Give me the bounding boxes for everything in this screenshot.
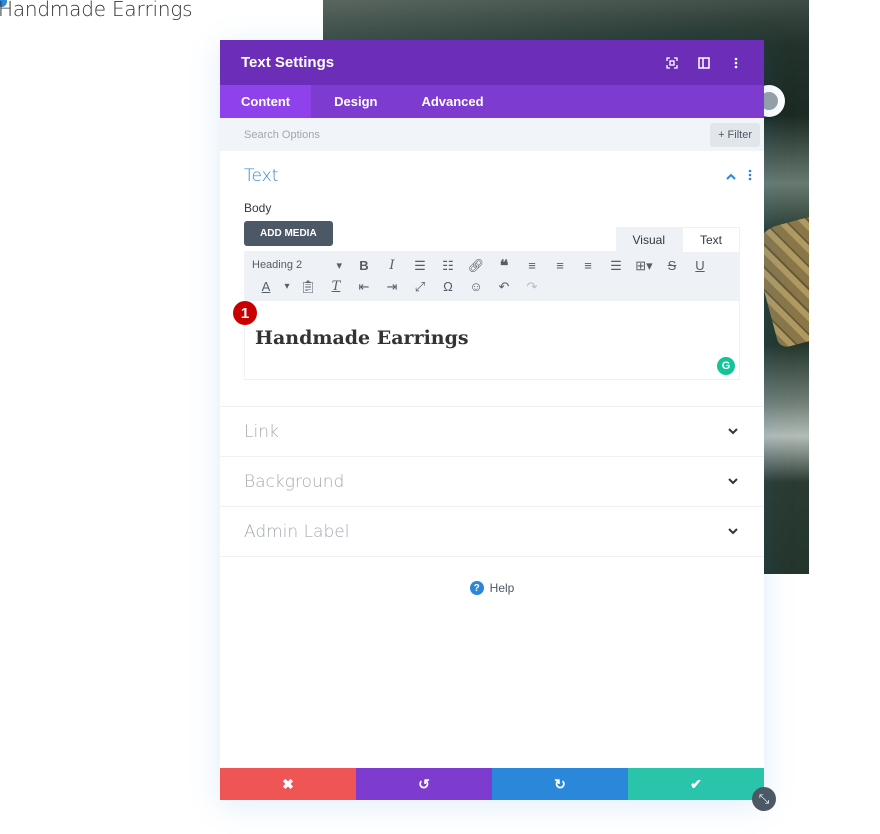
table-icon[interactable]: ⊞▾ bbox=[630, 258, 658, 274]
background-section[interactable]: Background bbox=[220, 457, 764, 507]
strikethrough-icon[interactable]: S bbox=[658, 258, 686, 273]
section-more-icon[interactable] bbox=[748, 169, 752, 184]
paste-text-icon[interactable]: 📋︎ bbox=[294, 279, 322, 295]
page: Handmade Earrings Text Settings Content … bbox=[0, 0, 880, 834]
numbered-list-icon[interactable]: ☷ bbox=[434, 258, 462, 274]
resize-icon: ⤡ bbox=[758, 791, 770, 806]
text-section-header[interactable]: Text bbox=[244, 165, 752, 187]
link-section-title: Link bbox=[244, 421, 279, 442]
tab-design[interactable]: Design bbox=[313, 85, 398, 118]
outdent-icon[interactable]: ⇤ bbox=[350, 279, 378, 295]
redo-icon: ↻ bbox=[554, 775, 566, 792]
editor-toolbar: Heading 2 ▾ B I ☰ ☷ 🔗︎ ❝ ≡ ≡ ≡ ☰ ⊞▾ S U A bbox=[244, 251, 740, 301]
text-color-icon[interactable]: A bbox=[252, 279, 280, 294]
bold-icon[interactable]: B bbox=[350, 258, 378, 273]
tab-advanced[interactable]: Advanced bbox=[400, 85, 504, 118]
cancel-button[interactable]: ✖ bbox=[220, 768, 356, 800]
modal-header: Text Settings bbox=[220, 40, 764, 85]
checkmark-icon: ✔ bbox=[690, 775, 702, 792]
redo-icon[interactable]: ↷ bbox=[518, 279, 546, 295]
undo-button[interactable]: ↺ bbox=[356, 768, 492, 800]
align-center-icon[interactable]: ≡ bbox=[546, 258, 574, 273]
format-select-value: Heading 2 bbox=[252, 259, 303, 271]
save-button[interactable]: ✔ bbox=[628, 768, 764, 800]
focus-icon[interactable] bbox=[665, 56, 679, 70]
editor-tab-text[interactable]: Text bbox=[681, 227, 740, 252]
settings-tabs: Content Design Advanced bbox=[220, 85, 764, 118]
align-right-icon[interactable]: ≡ bbox=[574, 258, 602, 273]
special-character-icon[interactable]: Ω bbox=[434, 279, 462, 294]
help-label: Help bbox=[489, 581, 515, 595]
close-icon: ✖ bbox=[282, 775, 294, 792]
indent-icon[interactable]: ⇥ bbox=[378, 279, 406, 295]
help-icon: ? bbox=[469, 581, 484, 595]
admin-label-section[interactable]: Admin Label bbox=[220, 507, 764, 557]
admin-label-section-title: Admin Label bbox=[244, 521, 350, 542]
add-media-button[interactable]: ADD MEDIA bbox=[244, 221, 333, 246]
clear-formatting-icon[interactable]: T bbox=[322, 279, 350, 294]
grammarly-icon[interactable]: G bbox=[717, 357, 735, 375]
background-section-title: Background bbox=[244, 471, 345, 492]
text-section: Text Body ADD MEDIA Visual Text Heading … bbox=[220, 151, 764, 407]
editor-content-area[interactable]: 1 Handmade Earrings G bbox=[233, 301, 740, 380]
page-heading: Handmade Earrings bbox=[0, 0, 193, 21]
text-settings-modal: Text Settings Content Design Advanced + … bbox=[220, 40, 764, 800]
resize-handle[interactable]: ⤡ bbox=[752, 787, 776, 811]
modal-footer: ✖ ↺ ↻ ✔ bbox=[220, 768, 764, 800]
align-justify-icon[interactable]: ☰ bbox=[602, 258, 630, 274]
annotation-badge: 1 bbox=[233, 301, 257, 325]
undo-icon: ↺ bbox=[418, 775, 430, 792]
body-label: Body bbox=[244, 201, 272, 215]
underline-icon[interactable]: U bbox=[686, 258, 714, 273]
link-section[interactable]: Link bbox=[220, 407, 764, 457]
toolbar-row-1: Heading 2 ▾ B I ☰ ☷ 🔗︎ ❝ ≡ ≡ ≡ ☰ ⊞▾ S U bbox=[252, 255, 732, 276]
editor-heading-text[interactable]: Handmade Earrings bbox=[255, 327, 729, 349]
split-view-icon[interactable] bbox=[697, 56, 711, 70]
toolbar-row-2: A ▾ 📋︎ T ⇤ ⇥ ⤢ Ω ☺ ↶ ↷ bbox=[252, 276, 732, 297]
chevron-down-icon[interactable] bbox=[728, 476, 738, 488]
undo-icon[interactable]: ↶ bbox=[490, 279, 518, 295]
fullscreen-icon[interactable]: ⤢ bbox=[406, 279, 434, 295]
modal-title: Text Settings bbox=[241, 54, 335, 71]
bulleted-list-icon[interactable]: ☰ bbox=[406, 258, 434, 274]
align-left-icon[interactable]: ≡ bbox=[518, 258, 546, 273]
tab-content[interactable]: Content bbox=[220, 85, 312, 118]
redo-button[interactable]: ↻ bbox=[492, 768, 628, 800]
search-bar: + Filter bbox=[220, 118, 764, 151]
emoji-icon[interactable]: ☺ bbox=[462, 279, 490, 294]
blockquote-icon[interactable]: ❝ bbox=[490, 256, 518, 276]
search-options-input[interactable] bbox=[244, 128, 711, 141]
text-section-title: Text bbox=[244, 166, 279, 186]
link-icon[interactable]: 🔗︎ bbox=[462, 258, 490, 274]
more-options-icon[interactable] bbox=[729, 56, 743, 70]
editor-tab-visual[interactable]: Visual bbox=[615, 227, 682, 252]
chevron-up-icon[interactable] bbox=[726, 169, 736, 183]
italic-icon[interactable]: I bbox=[378, 258, 406, 273]
text-color-caret-icon[interactable]: ▾ bbox=[280, 281, 294, 292]
caret-down-icon: ▾ bbox=[336, 260, 342, 272]
format-select[interactable]: Heading 2 ▾ bbox=[252, 259, 350, 272]
chevron-down-icon[interactable] bbox=[728, 526, 738, 538]
media-row: ADD MEDIA Visual Text bbox=[244, 221, 740, 252]
chevron-down-icon[interactable] bbox=[728, 426, 738, 438]
editor-mode-tabs: Visual Text bbox=[615, 227, 740, 252]
help-link[interactable]: ? Help bbox=[220, 581, 764, 595]
filter-button[interactable]: + Filter bbox=[710, 122, 760, 147]
